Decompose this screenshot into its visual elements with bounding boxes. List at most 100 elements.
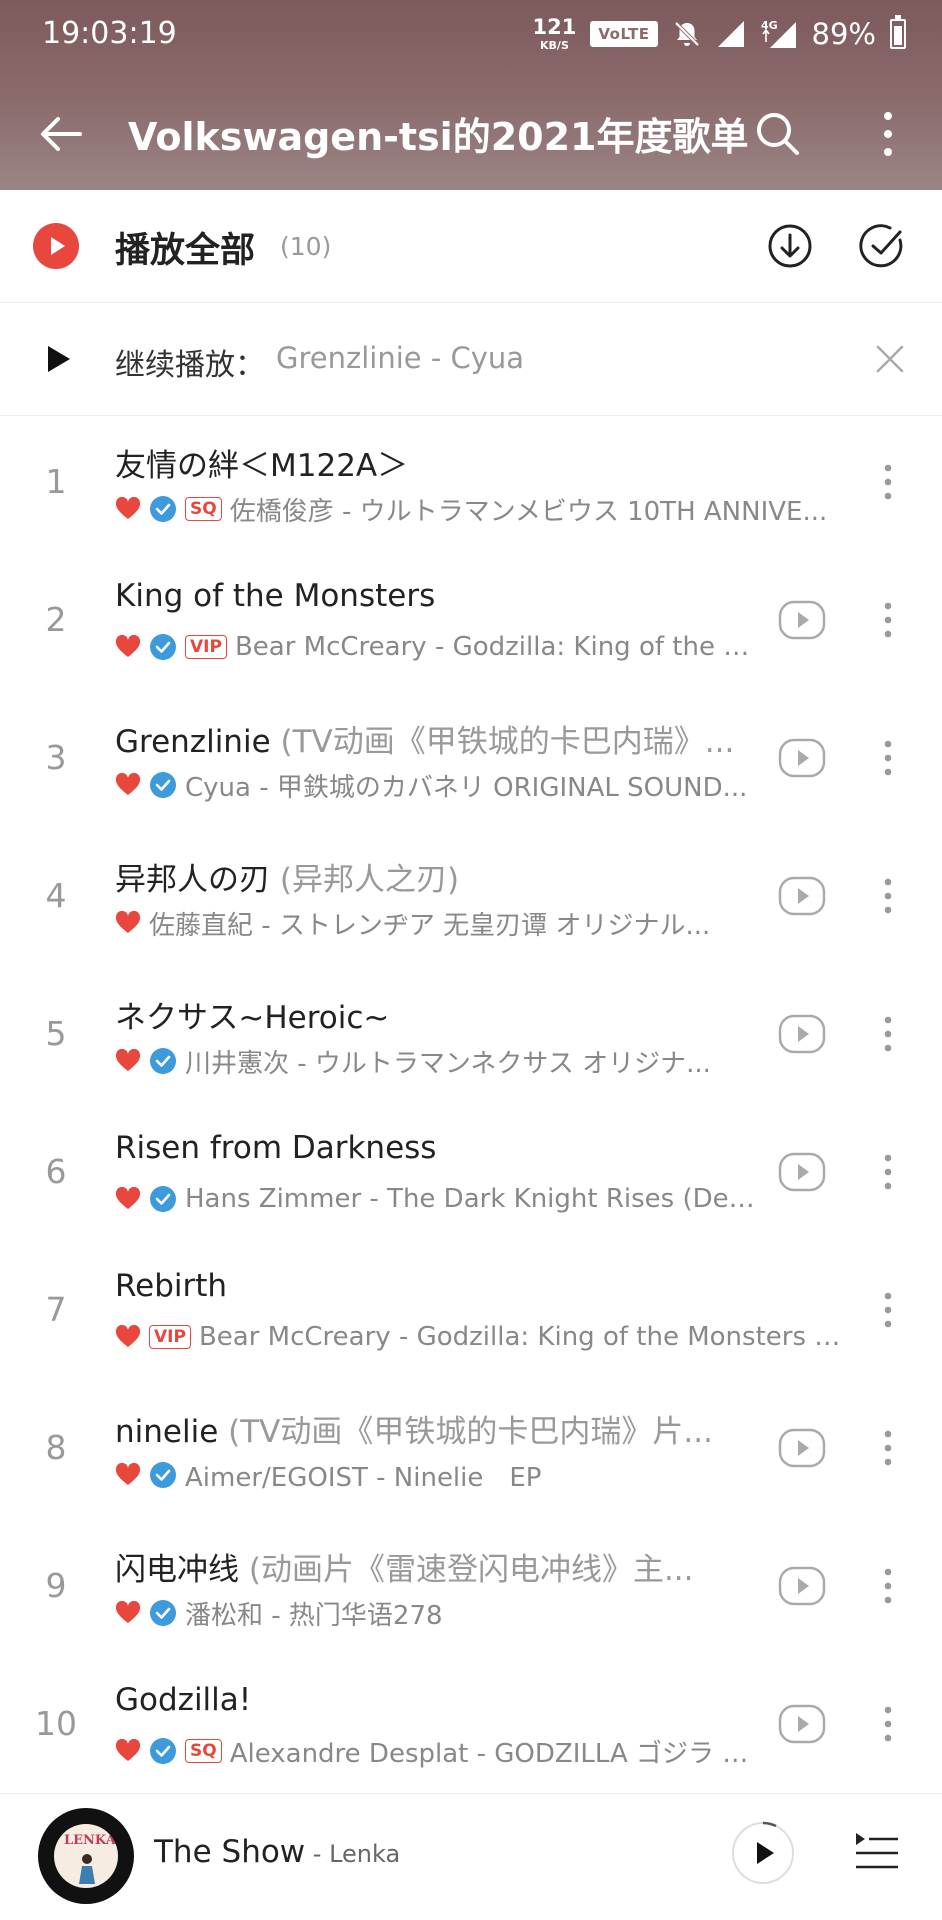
quality-badge: VIP: [185, 635, 227, 659]
continue-label: 继续播放：: [115, 348, 265, 383]
song-title-main: 闪电冲线: [115, 1552, 239, 1588]
multi-select-icon[interactable]: [856, 220, 908, 272]
continue-track[interactable]: Grenzlinie - Cyua: [276, 341, 524, 375]
battery-percent: 89%: [811, 17, 876, 51]
download-icon[interactable]: [764, 220, 816, 272]
liked-heart-icon[interactable]: [115, 497, 141, 521]
video-play-icon[interactable]: [778, 876, 826, 916]
song-row[interactable]: 8 ninelie (TV动画《甲铁城的卡巴内瑞》片... Aimer/EGOI…: [0, 1382, 942, 1520]
song-title-sub: (异邦人之刃): [270, 862, 460, 898]
liked-heart-icon[interactable]: [115, 1463, 141, 1487]
more-vert-icon[interactable]: [868, 1698, 908, 1750]
video-play-icon[interactable]: [778, 1566, 826, 1606]
song-index: 8: [45, 1428, 67, 1467]
more-vert-icon[interactable]: [868, 594, 908, 646]
more-vert-icon[interactable]: [868, 732, 908, 784]
song-artist-album: 潘松和 - 热门华语278: [185, 1600, 443, 1631]
more-vert-icon[interactable]: [868, 870, 908, 922]
close-icon[interactable]: [872, 341, 908, 377]
song-title: 友情の絆＜M122A＞: [115, 440, 408, 485]
video-play-icon[interactable]: [778, 600, 826, 640]
song-index: 5: [45, 1014, 67, 1053]
more-vert-icon[interactable]: [868, 1422, 908, 1474]
video-play-icon[interactable]: [778, 1014, 826, 1054]
mini-player[interactable]: LENKA The Show - Lenka: [0, 1793, 942, 1920]
net-speed-value: 121: [532, 15, 577, 39]
video-play-icon[interactable]: [778, 738, 826, 778]
more-vert-icon[interactable]: [868, 456, 908, 508]
downloaded-check-icon: [150, 1600, 176, 1626]
downloaded-check-icon: [150, 1462, 176, 1488]
back-arrow-icon[interactable]: [30, 102, 94, 166]
liked-heart-icon[interactable]: [115, 1049, 141, 1073]
now-playing-title: The Show: [154, 1834, 306, 1870]
liked-heart-icon[interactable]: [115, 773, 141, 797]
play-all-icon[interactable]: [32, 222, 80, 270]
more-vert-icon[interactable]: [868, 1146, 908, 1198]
song-title-main: 异邦人の刃: [115, 862, 270, 898]
song-artist-album: 佐橋俊彦 - ウルトラマンメビウス 10TH ANNIVE...: [229, 496, 828, 527]
song-title-main: 友情の絆＜M122A＞: [115, 448, 409, 484]
liked-heart-icon[interactable]: [115, 1325, 141, 1349]
album-logo: LENKA: [64, 1833, 116, 1848]
song-row[interactable]: 3 Grenzlinie (TV动画《甲铁城的卡巴内瑞》... Cyua - 甲…: [0, 692, 942, 830]
song-title-main: ninelie: [115, 1414, 219, 1450]
video-play-icon[interactable]: [778, 1704, 826, 1744]
song-title: Risen from Darkness: [115, 1130, 436, 1166]
search-icon[interactable]: [746, 102, 810, 166]
play-all-label[interactable]: 播放全部: [115, 222, 255, 273]
song-row[interactable]: 10 Godzilla! SQ Alexandre Desplat - GODZ…: [0, 1658, 942, 1796]
song-meta: Aimer/EGOIST - Ninelie EP: [115, 1458, 542, 1492]
more-vert-icon[interactable]: [868, 1284, 908, 1336]
play-pause-button[interactable]: [730, 1820, 796, 1886]
play-all-bar[interactable]: 播放全部 (10): [0, 190, 942, 303]
song-row[interactable]: 6 Risen from Darkness Hans Zimmer - The …: [0, 1106, 942, 1244]
song-artist-album: Cyua - 甲鉄城のカバネリ ORIGINAL SOUND...: [185, 772, 748, 803]
song-row[interactable]: 1 友情の絆＜M122A＞ SQ 佐橋俊彦 - ウルトラマンメビウス 10TH …: [0, 416, 942, 554]
song-title: King of the Monsters: [115, 578, 435, 614]
liked-heart-icon[interactable]: [115, 911, 141, 935]
now-playing-info[interactable]: The Show - Lenka: [154, 1834, 400, 1870]
song-artist-album: 川井憲次 - ウルトラマンネクサス オリジナ...: [185, 1048, 711, 1079]
album-art[interactable]: LENKA: [38, 1808, 134, 1904]
liked-heart-icon[interactable]: [115, 635, 141, 659]
video-play-icon[interactable]: [778, 1152, 826, 1192]
battery-icon: [890, 15, 906, 49]
song-row[interactable]: 9 闪电冲线 (动画片《雷速登闪电冲线》主... 潘松和 - 热门华语278: [0, 1520, 942, 1658]
playlist-icon[interactable]: [852, 1828, 902, 1878]
song-title-main: Grenzlinie: [115, 724, 271, 760]
more-vert-icon[interactable]: [856, 102, 920, 166]
song-title-main: Rebirth: [115, 1268, 228, 1304]
song-meta: 川井憲次 - ウルトラマンネクサス オリジナ...: [115, 1044, 711, 1078]
song-meta: SQ Alexandre Desplat - GODZILLA ゴジラ オ...: [115, 1734, 755, 1768]
song-row[interactable]: 7 Rebirth VIP Bear McCreary - Godzilla: …: [0, 1244, 942, 1382]
more-vert-icon[interactable]: [868, 1008, 908, 1060]
song-row[interactable]: 4 异邦人の刃 (异邦人之刃) 佐藤直紀 - ストレンヂア 无皇刃谭 オリジナル…: [0, 830, 942, 968]
status-bar: 19:03:19 121 KB/S VoLTE 4G 89%: [0, 0, 942, 70]
continue-playing-bar[interactable]: 继续播放： Grenzlinie - Cyua: [0, 303, 942, 416]
liked-heart-icon[interactable]: [115, 1739, 141, 1763]
song-index: 3: [45, 738, 67, 777]
signal-icon: [717, 21, 744, 47]
now-playing-artist: - Lenka: [305, 1840, 401, 1868]
title-bar: Volkswagen-tsi的2021年度歌单: [0, 80, 942, 190]
liked-heart-icon[interactable]: [115, 1187, 141, 1211]
downloaded-check-icon: [150, 496, 176, 522]
album-figure: [79, 1854, 95, 1884]
song-index: 9: [45, 1566, 67, 1605]
song-title-main: Risen from Darkness: [115, 1130, 437, 1166]
song-title: 异邦人の刃 (异邦人之刃): [115, 854, 459, 899]
video-play-icon[interactable]: [778, 1428, 826, 1468]
status-icons: 121 KB/S VoLTE 4G 89%: [533, 12, 906, 56]
bell-muted-icon: [674, 21, 699, 47]
downloaded-check-icon: [150, 1048, 176, 1074]
header: 19:03:19 121 KB/S VoLTE 4G 89% Volkswage…: [0, 0, 942, 190]
song-row[interactable]: 2 King of the Monsters VIP Bear McCreary…: [0, 554, 942, 692]
quality-badge: SQ: [185, 497, 222, 521]
song-title-sub: (动画片《雷速登闪电冲线》主...: [239, 1552, 694, 1588]
more-vert-icon[interactable]: [868, 1560, 908, 1612]
continue-play-icon[interactable]: [42, 343, 74, 375]
song-meta: 潘松和 - 热门华语278: [115, 1596, 443, 1630]
song-row[interactable]: 5 ネクサス~Heroic~ 川井憲次 - ウルトラマンネクサス オリジナ...: [0, 968, 942, 1106]
liked-heart-icon[interactable]: [115, 1601, 141, 1625]
